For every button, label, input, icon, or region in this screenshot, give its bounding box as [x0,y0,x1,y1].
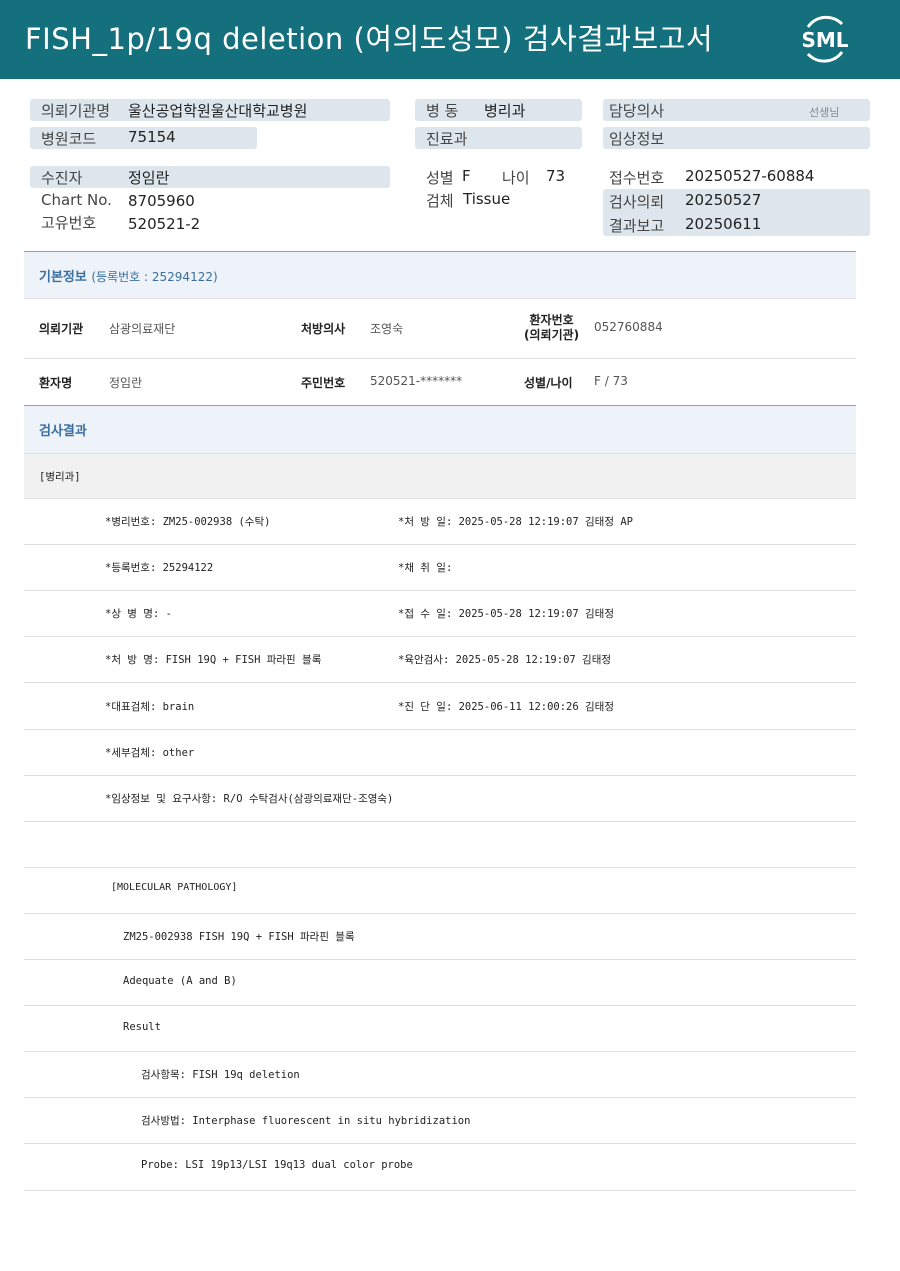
divider [24,636,856,637]
collection-date: *채 취 일: [398,562,453,574]
department-band-label: [병리과] [39,471,81,483]
specimen-value: Tissue [463,190,511,208]
representative-specimen: *대표검체: brain [105,701,195,713]
divider [24,1143,856,1144]
report-date-label: 결과보고 [609,217,665,235]
molecular-heading: [MOLECULAR PATHOLOGY] [111,882,238,893]
patient-no-label-line1: 환자번호 [529,313,574,327]
sex-age-value: F / 73 [594,374,628,388]
patient-bar [30,166,390,188]
diagnosis-name: *상 병 명: - [105,608,172,620]
patient-value: 정임란 [128,169,170,187]
pathology-number: *병리번호: ZM25-002938 (수탁) [105,516,271,528]
divider [24,1097,856,1098]
divider [24,913,856,914]
report-header: FISH_1p/19q deletion (여의도성모) 검사결과보고서 SML [0,0,900,79]
institution-field-value: 삼광의료재단 [109,322,176,336]
name-label: 환자명 [39,376,73,390]
unique-no-value: 520521-2 [128,215,201,233]
report-date-value: 20250611 [685,215,762,233]
molecular-line-4: 검사항목: FISH 19q deletion [141,1069,300,1081]
age-value: 73 [546,167,566,185]
doctor-label: 담당의사 [609,102,665,120]
prescriber-label: 처방의사 [301,322,346,336]
registration-number: (등록번호 : 25294122) [91,270,218,284]
sex-age-label: 성별/나이 [524,376,573,390]
divider [24,1005,856,1006]
molecular-line-1: ZM25-002938 FISH 19Q + FISH 파라핀 블록 [123,931,355,943]
sex-value: F [462,167,471,185]
institution-field-label: 의뢰기관 [39,322,84,336]
patient-label: 수진자 [41,169,83,187]
hospital-code-value: 75154 [128,128,176,146]
divider [24,358,856,359]
receipt-no-label: 접수번호 [609,169,665,187]
patient-no-value: 052760884 [594,320,663,334]
sex-label: 성별 [426,169,454,187]
sml-logo-icon: SML [801,15,849,63]
prescription-date: *처 방 일: 2025-05-28 12:19:07 김태정 AP [398,516,633,528]
name-value: 정임란 [109,376,143,390]
molecular-line-5: 검사방법: Interphase fluorescent in situ hyb… [141,1115,471,1127]
logo-text: SML [801,28,848,52]
detailed-specimen: *세부검체: other [105,747,195,759]
patient-no-label-line2: (의뢰기관) [524,328,580,342]
request-date-value: 20250527 [685,191,762,209]
results-header [24,405,856,453]
molecular-line-3: Result [123,1021,161,1033]
institution-label: 의뢰기관명 [41,102,111,120]
patient-no-label: 환자번호 (의뢰기관) [524,313,579,343]
results-title: 검사결과 [39,424,87,439]
divider [24,867,856,868]
resident-no-value: 520521-******* [370,374,463,388]
basic-info-title-text: 기본정보 [39,270,87,285]
divider [24,590,856,591]
ward-value: 병리과 [484,102,526,120]
clinical-request: *임상정보 및 요구사항: R/O 수탁검사(삼광의료재단-조영숙) [105,793,394,805]
divider [24,959,856,960]
institution-value: 울산공업학원울산대학교병원 [128,102,308,120]
divider [24,544,856,545]
registration-no: *등록번호: 25294122 [105,562,214,574]
ward-label: 병 동 [426,102,459,120]
report-title: FISH_1p/19q deletion (여의도성모) 검사결과보고서 [25,22,714,56]
department-label: 진료과 [426,130,468,148]
resident-no-label: 주민번호 [301,376,346,390]
age-label: 나이 [502,169,530,187]
molecular-line-2: Adequate (A and B) [123,975,237,987]
unique-no-label: 고유번호 [41,214,97,232]
divider [24,729,856,730]
specimen-label: 검체 [426,192,454,210]
clinical-info-label: 임상정보 [609,130,665,148]
divider [24,682,856,683]
prescription-name: *처 방 명: FISH 19Q + FISH 파라핀 블록 [105,654,322,666]
receipt-no-value: 20250527-60884 [685,167,815,185]
request-date-label: 검사의뢰 [609,193,665,211]
receipt-date: *접 수 일: 2025-05-28 12:19:07 김태정 [398,608,614,620]
basic-info-title: 기본정보 (등록번호 : 25294122) [39,266,218,285]
divider [24,775,856,776]
divider [24,821,856,822]
diagnosis-date: *진 단 일: 2025-06-11 12:00:26 김태정 [398,701,614,713]
divider [24,1190,856,1191]
prescriber-value: 조영숙 [370,322,404,336]
divider [24,298,856,299]
department-band [24,453,856,499]
gross-exam-date: *육안검사: 2025-05-28 12:19:07 김태정 [398,654,612,666]
molecular-line-6: Probe: LSI 19p13/LSI 19q13 dual color pr… [141,1159,413,1171]
chart-value: 8705960 [128,192,195,210]
divider [24,1051,856,1052]
doctor-suffix: 선생님 [809,106,840,119]
chart-label: Chart No. [41,191,112,209]
divider [24,498,856,499]
hospital-code-label: 병원코드 [41,130,97,148]
